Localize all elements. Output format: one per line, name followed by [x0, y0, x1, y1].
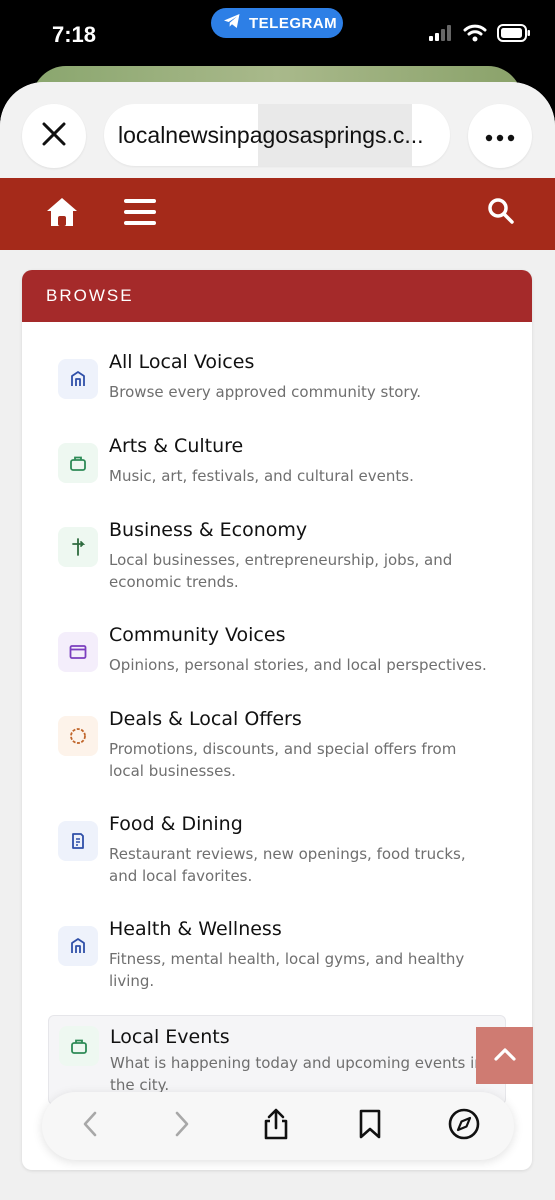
share-icon	[261, 1107, 291, 1145]
back-app-label: TELEGRAM	[249, 14, 338, 32]
search-icon	[486, 198, 516, 230]
category-title: Deals & Local Offers	[109, 708, 302, 730]
category-item-deals-local-offers[interactable]: Deals & Local Offers Promotions, discoun…	[48, 708, 506, 780]
bag-icon	[59, 1026, 99, 1066]
telegram-icon	[223, 13, 241, 33]
search-button[interactable]	[486, 196, 516, 226]
close-button[interactable]	[22, 104, 86, 168]
category-description: Opinions, personal stories, and local pe…	[109, 656, 487, 674]
browse-card: BROWSE All Local Voices Browse every app…	[22, 270, 532, 1170]
forward-icon	[174, 1111, 190, 1141]
category-description: Fitness, mental health, local gyms, and …	[109, 950, 465, 990]
building-icon	[58, 926, 98, 966]
browser-bottom-bar	[42, 1092, 514, 1160]
category-description: Promotions, discounts, and special offer…	[109, 740, 457, 780]
status-time: 7:18	[52, 22, 97, 47]
bookmarks-button[interactable]	[350, 1106, 390, 1146]
browse-heading: BROWSE	[22, 270, 532, 322]
page-content: BROWSE All Local Voices Browse every app…	[0, 250, 555, 1200]
category-title: All Local Voices	[109, 351, 255, 373]
wifi-icon	[463, 24, 487, 46]
menu-button[interactable]	[122, 194, 158, 230]
url-text: localnewsinpagosasprings.c...	[118, 121, 424, 148]
category-title: Business & Economy	[109, 519, 308, 541]
signal-icon	[429, 25, 453, 45]
home-icon	[44, 198, 80, 234]
bag-icon	[58, 443, 98, 483]
category-title: Local Events	[110, 1026, 230, 1048]
category-title: Community Voices	[109, 624, 286, 646]
status-bar: 7:18 TELEGRAM	[0, 0, 555, 70]
category-item-arts-culture[interactable]: Arts & Culture Music, art, festivals, an…	[48, 435, 506, 485]
circle-icon	[58, 716, 98, 756]
window-icon	[58, 632, 98, 672]
category-description: Local businesses, entrepreneurship, jobs…	[109, 551, 453, 591]
status-icons	[429, 24, 531, 46]
category-description: Music, art, festivals, and cultural even…	[109, 467, 414, 485]
more-button[interactable]	[468, 104, 532, 168]
site-header	[0, 178, 555, 250]
back-icon	[82, 1111, 98, 1141]
back-button[interactable]	[70, 1106, 110, 1146]
bookmarks-icon	[357, 1108, 383, 1144]
compass-button[interactable]	[444, 1106, 484, 1146]
category-title: Food & Dining	[109, 813, 243, 835]
category-description: What is happening today and upcoming eve…	[110, 1054, 484, 1094]
category-item-business-economy[interactable]: Business & Economy Local businesses, ent…	[48, 519, 506, 591]
share-button[interactable]	[256, 1106, 296, 1146]
category-title: Arts & Culture	[109, 435, 244, 457]
compass-icon	[447, 1107, 481, 1145]
category-item-food-dining[interactable]: Food & Dining Restaurant reviews, new op…	[48, 813, 506, 885]
category-item-health-wellness[interactable]: Health & Wellness Fitness, mental health…	[48, 918, 506, 990]
forward-button[interactable]	[162, 1106, 202, 1146]
menu-icon	[122, 199, 158, 234]
signpost-icon	[58, 527, 98, 567]
building-icon	[58, 359, 98, 399]
chevron-up-icon	[493, 1046, 517, 1066]
back-to-telegram-pill[interactable]: TELEGRAM	[211, 8, 343, 38]
more-icon	[485, 127, 515, 146]
category-description: Restaurant reviews, new openings, food t…	[109, 845, 466, 885]
scroll-to-top-button[interactable]	[476, 1027, 533, 1084]
close-icon	[41, 121, 67, 151]
menu-card-icon	[58, 821, 98, 861]
browser-toolbar: localnewsinpagosasprings.c...	[0, 82, 555, 178]
category-title: Health & Wellness	[109, 918, 282, 940]
category-item-all-local-voices[interactable]: All Local Voices Browse every approved c…	[48, 351, 506, 401]
category-item-community-voices[interactable]: Community Voices Opinions, personal stor…	[48, 624, 506, 674]
category-description: Browse every approved community story.	[109, 383, 422, 401]
battery-icon	[497, 24, 531, 46]
home-button[interactable]	[44, 194, 80, 230]
url-bar[interactable]: localnewsinpagosasprings.c...	[104, 104, 450, 166]
in-app-browser: localnewsinpagosasprings.c... BROWSE All…	[0, 82, 555, 1200]
